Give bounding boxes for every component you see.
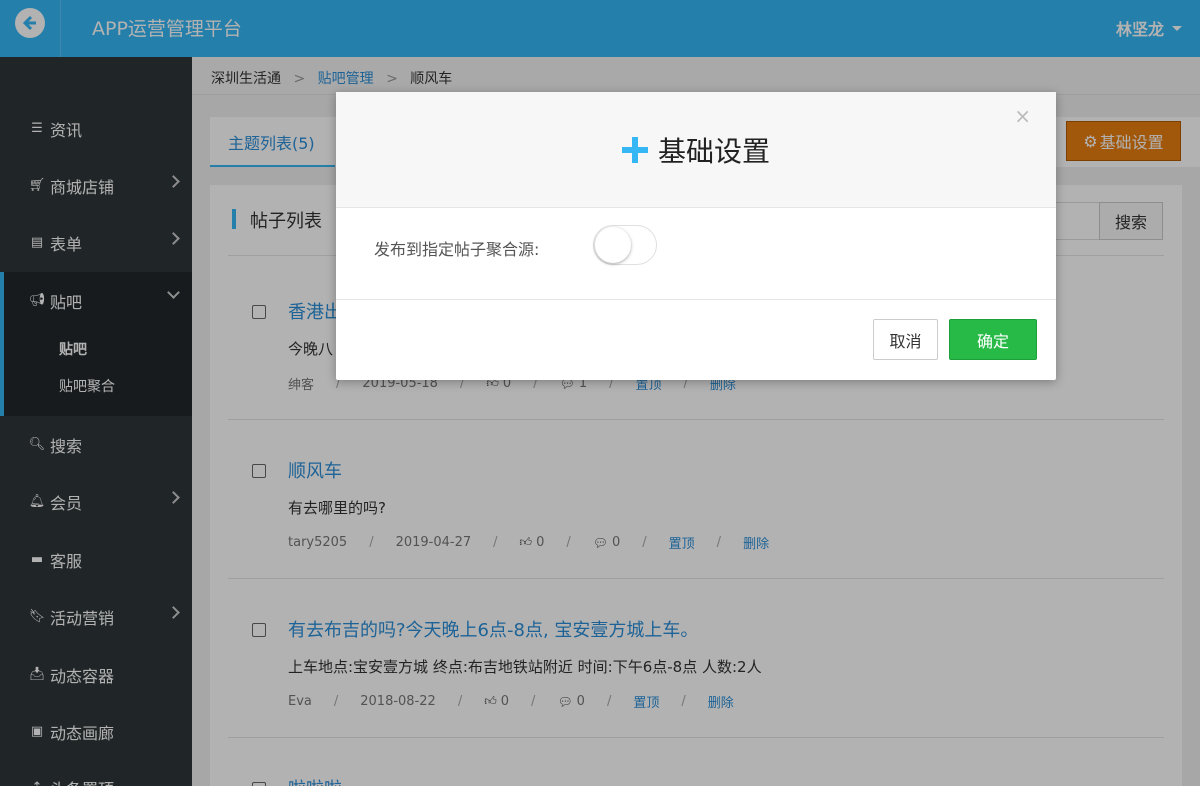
divider (336, 299, 1056, 300)
modal-title-text: 基础设置 (657, 135, 770, 168)
close-icon[interactable]: × (1014, 104, 1031, 128)
plus-icon (621, 137, 648, 163)
modal-header: 基础设置 × (336, 92, 1056, 208)
aggregate-source-toggle[interactable] (593, 225, 657, 265)
aggregate-source-label: 发布到指定帖子聚合源: (374, 240, 540, 259)
modal-title: 基础设置 (336, 130, 1056, 170)
toggle-knob (595, 227, 631, 263)
confirm-button[interactable]: 确定 (949, 319, 1037, 360)
basic-settings-modal: 基础设置 × 发布到指定帖子聚合源: 取消 确定 (336, 92, 1056, 380)
cancel-button[interactable]: 取消 (873, 319, 938, 360)
